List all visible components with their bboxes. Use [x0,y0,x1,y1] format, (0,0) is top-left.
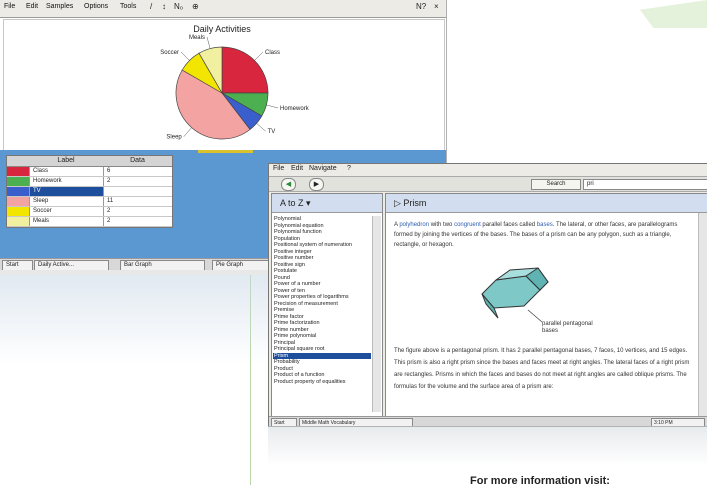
entry-definition: A polyhedron with two congruent parallel… [394,220,694,250]
table-row[interactable]: Meals 2 [7,217,172,227]
pie-chart: Daily Activities Class Homework TV Sleep Soc… [160,24,310,141]
link-bases[interactable]: bases [537,222,553,228]
menu-navigate[interactable]: Navigate [309,165,337,172]
list-item[interactable]: Product property of equalities [273,379,371,386]
color-swatch[interactable] [7,177,29,186]
footer-text: For more information visit: [470,475,610,487]
row-value[interactable] [104,187,172,196]
row-value[interactable]: 11 [104,197,172,206]
pie-label: TV [268,129,276,135]
chart-app-menubar: File Edit Samples Options Tools / ↕ N₀ ⊕… [0,0,446,18]
term-list-scrollbar[interactable] [372,216,381,412]
row-label[interactable]: Homework [29,177,104,186]
link-polyhedron[interactable]: polyhedron [399,222,429,228]
pie-label: Homework [280,106,310,112]
color-swatch[interactable] [7,217,29,226]
table-row[interactable]: TV [7,187,172,197]
search-input[interactable]: pri [583,179,707,190]
entry-pane: ▷ Prism A polyhedron with two congruent … [385,193,707,417]
pie-leader-line [254,51,264,61]
data-column-header: Data [130,157,145,164]
color-swatch[interactable] [7,167,29,176]
pie-label: Soccer [160,50,179,56]
pie-leader-line [180,51,190,61]
window-reflection [0,275,270,365]
menu-help[interactable]: ? [347,165,351,172]
close-icon[interactable]: × [434,2,439,11]
forward-arrow-icon[interactable]: ▶ [309,178,324,191]
pie-leader-line [266,104,279,109]
zoom-tool-icon[interactable]: ⊕ [192,2,199,11]
search-button[interactable]: Search [531,179,581,190]
definition-text-mid2: parallel faces called [480,222,537,228]
menu-edit[interactable]: Edit [291,165,303,172]
row-value[interactable]: 2 [104,217,172,226]
back-arrow-icon[interactable]: ◀ [281,178,296,191]
table-row[interactable]: Class 6 [7,167,172,177]
color-swatch[interactable] [7,187,29,196]
pie-label: Sleep [166,135,182,141]
row-label[interactable]: Soccer [29,207,104,216]
row-label[interactable]: Class [29,167,104,176]
row-label[interactable]: TV [29,187,104,196]
pie-leader-line [183,127,192,137]
pie-label: Class [265,50,280,56]
chart-title: Daily Activities [193,24,251,34]
chart-area: Daily Activities Class Homework TV Sleep Soc… [3,19,445,154]
decorative-corner-shape [640,0,707,28]
glossary-menubar: File Edit Navigate ? [269,164,707,177]
entry-title: Prism [403,198,427,208]
pie-leader-line [206,36,211,49]
a-to-z-dropdown[interactable]: A to Z ▾ [272,194,382,213]
term-index-pane: A to Z ▾ Polynomial Polynomial equation Po… [271,193,383,417]
glossary-app-window: File Edit Navigate ? ◀ ▶ Search pri A to… [268,163,707,427]
figure-caption: parallel pentagonal bases [542,321,593,334]
label-column-header: Label [57,157,75,164]
data-table: Label Data Class 6 Homework 2 TV Sleep 11 Socce… [6,155,173,228]
pentagonal-prism-illustration [481,267,549,323]
entry-arrow-icon: ▷ [394,198,404,208]
table-row[interactable]: Sleep 11 [7,197,172,207]
splitter-handle[interactable] [198,150,253,153]
window-reflection [268,426,707,466]
row-value[interactable]: 2 [104,207,172,216]
entry-title-bar: ▷ Prism [386,194,707,213]
definition-text-mid1: with two [429,222,455,228]
menu-edit[interactable]: Edit [26,3,38,10]
menu-tools[interactable]: Tools [120,3,136,10]
menu-file[interactable]: File [273,165,284,172]
link-congruent[interactable]: congruent [454,222,481,228]
row-label[interactable]: Meals [29,217,104,226]
row-value[interactable]: 2 [104,177,172,186]
glossary-navbar: ◀ ▶ Search pri [269,177,707,192]
menu-options[interactable]: Options [84,3,108,10]
number-tool-icon[interactable]: N₀ [174,2,183,11]
pie-leader-line [256,123,266,132]
table-row[interactable]: Soccer 2 [7,207,172,217]
menu-samples[interactable]: Samples [46,3,73,10]
pie-label: Meals [189,35,205,41]
swatch-header [7,156,29,166]
term-list: Polynomial Polynomial equation Polynomial … [273,216,371,412]
help-icon[interactable]: N? [416,2,426,11]
row-value[interactable]: 6 [104,167,172,176]
color-swatch[interactable] [7,207,29,216]
color-swatch[interactable] [7,197,29,206]
row-label[interactable]: Sleep [29,197,104,206]
table-header: Label Data [7,156,172,167]
menu-file[interactable]: File [4,3,15,10]
entry-description: The figure above is a pentagonal prism. … [394,348,690,390]
entry-scrollbar[interactable] [698,213,707,416]
draw-tool-icon[interactable]: / [150,2,152,11]
sort-tool-icon[interactable]: ↕ [162,2,166,11]
table-row[interactable]: Homework 2 [7,177,172,187]
